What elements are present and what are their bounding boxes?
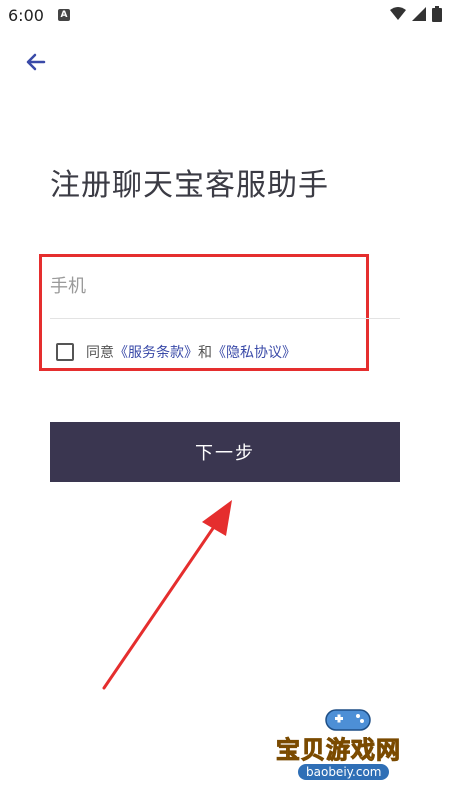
arrow-left-icon bbox=[26, 53, 46, 71]
back-button[interactable] bbox=[20, 46, 52, 78]
status-icons bbox=[390, 6, 442, 22]
signal-icon bbox=[412, 7, 426, 21]
page-title: 注册聊天宝客服助手 bbox=[50, 168, 329, 203]
agree-conjunction: 和 bbox=[198, 345, 212, 361]
battery-icon bbox=[432, 6, 442, 22]
status-bar: 6:00 A bbox=[0, 0, 450, 32]
a-letter-icon: A bbox=[58, 9, 70, 21]
wifi-icon bbox=[390, 7, 406, 20]
watermark-domain: baobeiy.com bbox=[298, 764, 390, 780]
terms-link[interactable]: 《服务条款》 bbox=[114, 342, 198, 362]
agreement-row: 同意 《服务条款》 和 《隐私协议》 bbox=[56, 340, 296, 364]
input-underline bbox=[50, 318, 400, 319]
agree-prefix: 同意 bbox=[86, 345, 114, 361]
privacy-link[interactable]: 《隐私协议》 bbox=[212, 342, 296, 362]
watermark-text: 宝贝游戏网 bbox=[276, 736, 401, 765]
next-button[interactable]: 下一步 bbox=[50, 422, 400, 482]
status-time: 6:00 bbox=[8, 6, 44, 25]
annotation-arrow bbox=[102, 500, 232, 690]
watermark-logo: 宝贝游戏网 baobeiy.com bbox=[270, 700, 430, 796]
phone-input[interactable] bbox=[50, 268, 400, 304]
agree-checkbox[interactable] bbox=[56, 343, 74, 361]
register-screen: 6:00 A 注册聊天宝客服助手 同意 《服务条款》 和 《隐私协议》 bbox=[0, 0, 450, 800]
